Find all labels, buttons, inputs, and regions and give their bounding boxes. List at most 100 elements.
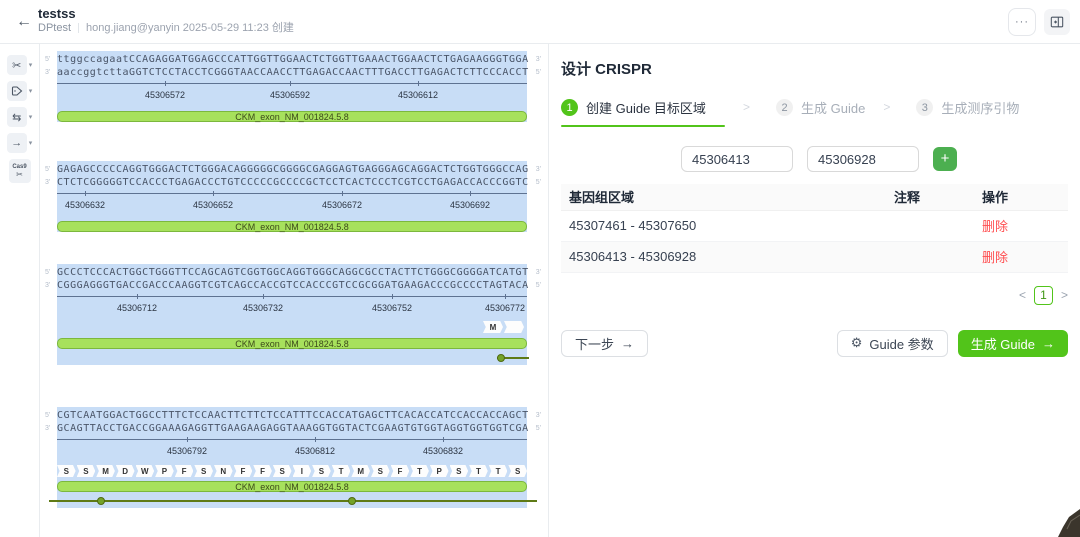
chevron-down-icon: ▾: [29, 61, 33, 69]
wizard-step-3[interactable]: 3生成测序引物: [916, 98, 1019, 127]
ruler-line: [57, 83, 527, 84]
amino-acid-row: SSMDWPFSNFFSISTMSFTPSTTS: [57, 465, 527, 477]
amino-acid-badge: D: [116, 465, 135, 477]
scissors-tool-button[interactable]: ✂▾: [7, 55, 33, 75]
step-label: 生成测序引物: [941, 98, 1019, 117]
dna-sequence: GCAGTTACCTGACCGGAAAGAGGTTGAAGAAGAGGTAAAG…: [57, 423, 529, 434]
guide-params-button[interactable]: ⚙ Guide 参数: [837, 330, 948, 357]
tag-tool-button[interactable]: ▾: [7, 81, 33, 101]
delete-region-link[interactable]: 删除: [982, 250, 1008, 265]
ruler-tick: [187, 437, 188, 442]
ruler-tick: [505, 294, 506, 299]
ruler-tick-label: 45306832: [423, 446, 463, 456]
ruler-tick: [263, 294, 264, 299]
amino-acid-badge: S: [77, 465, 96, 477]
amino-acid-badge: W: [136, 465, 155, 477]
strand-end-label: 3': [536, 409, 541, 422]
exon-annotation-bar[interactable]: CKM_exon_NM_001824.5.8: [57, 338, 527, 349]
note-cell: [886, 241, 974, 272]
gear-icon: ⚙: [851, 335, 863, 351]
ruler-tick: [392, 294, 393, 299]
strand-end-label: 5': [536, 279, 541, 292]
panel-actions: 下一步 → ⚙ Guide 参数 生成 Guide →: [561, 330, 1068, 357]
ellipsis-icon: ···: [1015, 16, 1029, 28]
toggle-panel-button[interactable]: [1044, 9, 1070, 35]
ruler-line: [57, 296, 527, 297]
chevron-right-icon: >: [743, 100, 750, 114]
ruler-tick: [342, 191, 343, 196]
top-strand: 5'CGTCAATGGACTGGCCTTTCTCCAACTTCTTCTCCATT…: [57, 407, 527, 420]
arrow-right-tool-button[interactable]: →▾: [7, 133, 33, 153]
more-actions-button[interactable]: ···: [1008, 8, 1036, 36]
bottom-strand: 3'CGGGAGGGTGACCGACCCAAGGTCGTCAGCCACCGTCC…: [57, 277, 527, 290]
orf-dot: [97, 497, 105, 505]
ruler-tick-label: 45306572: [145, 90, 185, 100]
exon-annotation-bar[interactable]: CKM_exon_NM_001824.5.8: [57, 221, 527, 232]
amino-acid-badge: S: [450, 465, 469, 477]
ruler-tick-label: 45306712: [117, 303, 157, 313]
region-start-input[interactable]: [681, 146, 793, 172]
chevron-down-icon: ▾: [29, 113, 33, 121]
page-number[interactable]: 1: [1034, 286, 1053, 305]
dna-sequence: CTCTCGGGGGTCCACCCTGAGACCCTGTCCCCCGCCCCGC…: [57, 177, 529, 188]
ruler-tick-label: 45306812: [295, 446, 335, 456]
ruler-tick-label: 45306772: [485, 303, 525, 313]
amino-acid-badge: F: [234, 465, 253, 477]
strand-end-label: 5': [45, 53, 50, 66]
ruler-tick-label: 45306612: [398, 90, 438, 100]
back-button[interactable]: ←: [12, 10, 36, 34]
next-page-button[interactable]: >: [1061, 288, 1068, 302]
ruler-tick: [418, 81, 419, 86]
strand-end-label: 5': [536, 66, 541, 79]
cas9-tool-button[interactable]: Cas9✂: [9, 159, 31, 183]
region-end-input[interactable]: [807, 146, 919, 172]
swap-arrows-tool-button[interactable]: ⇆▾: [7, 107, 33, 127]
exon-annotation-bar[interactable]: CKM_exon_NM_001824.5.8: [57, 111, 527, 122]
exon-annotation-bar[interactable]: CKM_exon_NM_001824.5.8: [57, 481, 527, 492]
created-meta: hong.jiang@yanyin 2025-05-29 11:23 创建: [86, 21, 294, 35]
action-cell: 删除: [974, 210, 1068, 241]
amino-acid-badge: F: [253, 465, 272, 477]
amino-acid-badge: T: [332, 465, 351, 477]
generate-guide-button[interactable]: 生成 Guide →: [958, 330, 1068, 357]
scissors-icon: ✂: [16, 171, 23, 179]
corner-decoration: [1054, 505, 1080, 537]
strand-end-label: 3': [536, 266, 541, 279]
table-row: 45306413 - 45306928删除: [561, 241, 1068, 272]
strand-end-label: 3': [536, 163, 541, 176]
top-strand: 5'ttggccagaatCCAGAGGATGGAGCCCATTGGTTGGAA…: [57, 51, 527, 64]
delete-region-link[interactable]: 删除: [982, 219, 1008, 234]
region-table: 基因组区域注释操作 45307461 - 45307650删除45306413 …: [561, 184, 1068, 273]
next-step-button[interactable]: 下一步 →: [561, 330, 648, 357]
top-strand: 5'GAGAGCCCCCAGGTGGGACTCTGGGACAGGGGGCGGGG…: [57, 161, 527, 174]
sequence-block: 5'ttggccagaatCCAGAGGATGGAGCCCATTGGTTGGAA…: [57, 51, 527, 122]
pagination: < 1 >: [561, 286, 1068, 305]
amino-acid-badge: S: [508, 465, 527, 477]
guide-params-label: Guide 参数: [869, 334, 933, 353]
table-column-header: 注释: [886, 184, 974, 210]
amino-acid-badge: S: [371, 465, 390, 477]
coordinate-ruler: 45306792 45306812 45306832: [57, 439, 527, 463]
orf-line: [49, 500, 537, 502]
header: ← testss DPtest hong.jiang@yanyin 2025-0…: [0, 0, 1080, 44]
add-region-button[interactable]: +: [933, 147, 957, 171]
step-label: 创建 Guide 目标区域: [586, 98, 706, 117]
orf-track: [57, 494, 527, 508]
chevron-down-icon: ▾: [29, 87, 33, 95]
wizard-step-2[interactable]: 2生成 Guide: [776, 98, 865, 127]
wizard-step-1[interactable]: 1创建 Guide 目标区域: [561, 98, 725, 127]
ruler-tick-label: 45306692: [450, 200, 490, 210]
bottom-strand: 3'CTCTCGGGGGTCCACCCTGAGACCCTGTCCCCCGCCCC…: [57, 174, 527, 187]
amino-acid-badge: F: [391, 465, 410, 477]
amino-acid-badge: F: [175, 465, 194, 477]
table-header-row: 基因组区域注释操作: [561, 184, 1068, 210]
ruler-tick-label: 45306792: [167, 446, 207, 456]
prev-page-button[interactable]: <: [1019, 288, 1026, 302]
amino-acid-badge: S: [312, 465, 331, 477]
coordinate-ruler: 45306712453067324530675245306772: [57, 296, 527, 320]
sequence-toolbar: ✂▾▾⇆▾→▾Cas9✂: [0, 44, 40, 537]
bottom-strand: 3'GCAGTTACCTGACCGGAAAGAGGTTGAAGAAGAGGTAA…: [57, 420, 527, 433]
table-column-header: 操作: [974, 184, 1068, 210]
strand-end-label: 5': [536, 176, 541, 189]
generate-guide-label: 生成 Guide: [971, 334, 1035, 353]
